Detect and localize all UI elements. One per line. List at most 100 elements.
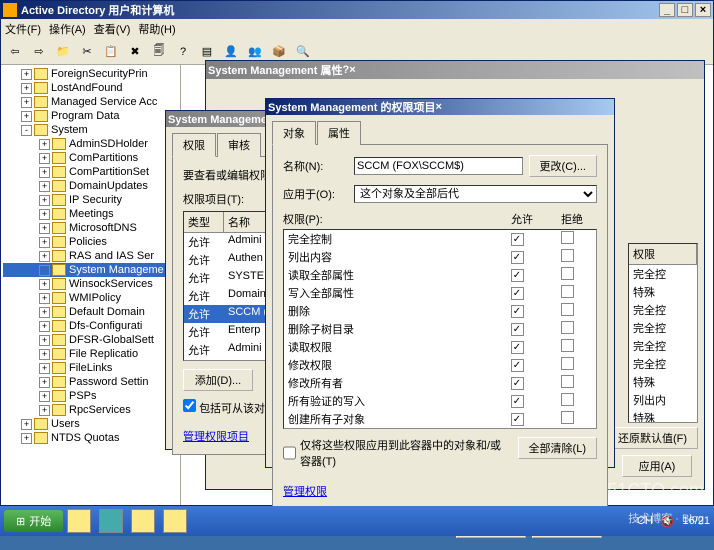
expand-icon[interactable]: +: [39, 363, 50, 374]
allow-checkbox[interactable]: ✓: [511, 251, 524, 264]
tree-item[interactable]: +Policies: [3, 235, 178, 249]
props-close-button[interactable]: ×: [349, 64, 355, 76]
filter-icon[interactable]: ▤: [197, 42, 217, 62]
permission-row[interactable]: 读取权限✓: [284, 338, 596, 356]
name-input[interactable]: [354, 157, 523, 175]
menu-file[interactable]: 文件(F): [5, 21, 41, 37]
tree-item[interactable]: +MicrosoftDNS: [3, 221, 178, 235]
expand-icon[interactable]: +: [39, 349, 50, 360]
deny-checkbox[interactable]: [561, 267, 574, 280]
permission-row[interactable]: 读取全部属性✓: [284, 266, 596, 284]
deny-checkbox[interactable]: [561, 393, 574, 406]
up-icon[interactable]: 📁: [53, 42, 73, 62]
tree-item[interactable]: +Users: [3, 417, 178, 431]
menu-help[interactable]: 帮助(H): [138, 21, 175, 37]
expand-icon[interactable]: +: [39, 307, 50, 318]
tab-permissions[interactable]: 权限: [172, 133, 216, 157]
tree-item[interactable]: +DFSR-GlobalSett: [3, 333, 178, 347]
task-explorer-icon[interactable]: [67, 509, 91, 533]
deny-checkbox[interactable]: [561, 321, 574, 334]
tree-pane[interactable]: +ForeignSecurityPrin+LostAndFound+Manage…: [1, 65, 181, 505]
tree-item[interactable]: -System: [3, 123, 178, 137]
help-icon[interactable]: ?: [173, 42, 193, 62]
tab-object[interactable]: 对象: [272, 121, 316, 145]
add-button[interactable]: 添加(D)...: [183, 369, 253, 391]
tree-item[interactable]: +Default Domain: [3, 305, 178, 319]
allow-checkbox[interactable]: ✓: [511, 377, 524, 390]
permission-row[interactable]: 写入全部属性✓: [284, 284, 596, 302]
permission-row[interactable]: 所有验证的写入✓: [284, 392, 596, 410]
expand-icon[interactable]: +: [39, 237, 50, 248]
deny-checkbox[interactable]: [561, 375, 574, 388]
expand-icon[interactable]: +: [21, 111, 32, 122]
allow-checkbox[interactable]: ✓: [511, 287, 524, 300]
refresh-icon[interactable]: 🗐: [149, 42, 169, 62]
expand-icon[interactable]: +: [39, 405, 50, 416]
deny-checkbox[interactable]: [561, 249, 574, 262]
deny-checkbox[interactable]: [561, 411, 574, 424]
allow-checkbox[interactable]: ✓: [511, 269, 524, 282]
tab-properties[interactable]: 属性: [317, 121, 361, 145]
expand-icon[interactable]: +: [39, 209, 50, 220]
maximize-button[interactable]: □: [677, 3, 693, 17]
tree-item[interactable]: +FileLinks: [3, 361, 178, 375]
expand-icon[interactable]: +: [39, 335, 50, 346]
expand-icon[interactable]: +: [39, 377, 50, 388]
tree-item[interactable]: +DomainUpdates: [3, 179, 178, 193]
tree-item[interactable]: +AdminSDHolder: [3, 137, 178, 151]
clear-all-button[interactable]: 全部清除(L): [518, 437, 597, 459]
expand-icon[interactable]: +: [39, 167, 50, 178]
tree-item[interactable]: System Manageme: [3, 263, 178, 277]
props-help-button[interactable]: ?: [342, 64, 349, 76]
tab-audit[interactable]: 审核: [217, 133, 261, 157]
expand-icon[interactable]: +: [21, 419, 32, 430]
allow-checkbox[interactable]: ✓: [511, 305, 524, 318]
delete-icon[interactable]: ✖: [125, 42, 145, 62]
user-icon[interactable]: 👤: [221, 42, 241, 62]
permissions-grid[interactable]: 完全控制✓列出内容✓读取全部属性✓写入全部属性✓删除✓删除子树目录✓读取权限✓修…: [283, 229, 597, 429]
expand-icon[interactable]: +: [39, 153, 50, 164]
allow-checkbox[interactable]: ✓: [511, 413, 524, 426]
expand-icon[interactable]: +: [39, 195, 50, 206]
change-button[interactable]: 更改(C)...: [529, 155, 597, 177]
permission-row[interactable]: 修改权限✓: [284, 356, 596, 374]
tree-item[interactable]: +ComPartitions: [3, 151, 178, 165]
tree-item[interactable]: +RAS and IAS Ser: [3, 249, 178, 263]
tree-item[interactable]: +Password Settin: [3, 375, 178, 389]
tree-item[interactable]: +IP Security: [3, 193, 178, 207]
menu-view[interactable]: 查看(V): [94, 21, 131, 37]
close-button[interactable]: ×: [695, 3, 711, 17]
tree-item[interactable]: +Managed Service Acc: [3, 95, 178, 109]
expand-icon[interactable]: +: [39, 181, 50, 192]
tree-item[interactable]: +NTDS Quotas: [3, 431, 178, 445]
expand-icon[interactable]: +: [39, 251, 50, 262]
allow-checkbox[interactable]: ✓: [511, 323, 524, 336]
tree-item[interactable]: +WinsockServices: [3, 277, 178, 291]
deny-checkbox[interactable]: [561, 357, 574, 370]
tree-item[interactable]: +ComPartitionSet: [3, 165, 178, 179]
deny-checkbox[interactable]: [561, 339, 574, 352]
expand-icon[interactable]: +: [39, 321, 50, 332]
expand-icon[interactable]: +: [39, 293, 50, 304]
permission-row[interactable]: 完全控制✓: [284, 230, 596, 248]
expand-icon[interactable]: +: [21, 97, 32, 108]
allow-checkbox[interactable]: ✓: [511, 341, 524, 354]
cut-icon[interactable]: ✂: [77, 42, 97, 62]
props-icon[interactable]: 📋: [101, 42, 121, 62]
task-folder-icon[interactable]: [131, 509, 155, 533]
minimize-button[interactable]: _: [659, 3, 675, 17]
tree-item[interactable]: +Dfs-Configurati: [3, 319, 178, 333]
deny-checkbox[interactable]: [561, 231, 574, 244]
permission-row[interactable]: 修改所有者✓: [284, 374, 596, 392]
restore-defaults-button[interactable]: 还原默认值(F): [607, 427, 698, 449]
deny-checkbox[interactable]: [561, 285, 574, 298]
tree-item[interactable]: +PSPs: [3, 389, 178, 403]
task-powershell-icon[interactable]: [99, 509, 123, 533]
manage-perms-link[interactable]: 管理权限: [283, 486, 327, 498]
permission-row[interactable]: 删除子树目录✓: [284, 320, 596, 338]
forward-icon[interactable]: ⇨: [29, 42, 49, 62]
start-button[interactable]: ⊞ 开始: [4, 510, 63, 532]
expand-icon[interactable]: +: [39, 391, 50, 402]
manage-perm-entries-link[interactable]: 管理权限项目: [183, 431, 249, 443]
group-icon[interactable]: 👥: [245, 42, 265, 62]
